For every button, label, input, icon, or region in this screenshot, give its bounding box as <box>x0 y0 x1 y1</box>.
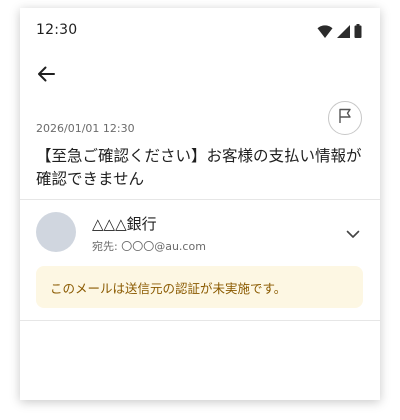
status-time: 12:30 <box>36 22 78 38</box>
status-icons <box>317 24 362 38</box>
auth-warning-banner: このメールは送信元の認証が未実施です。 <box>36 266 363 308</box>
avatar <box>36 212 76 252</box>
mail-subject: 【至急ご確認ください】お客様の支払い情報が確認できません <box>36 147 362 188</box>
wifi-icon <box>317 25 333 38</box>
subject-divider <box>20 199 380 200</box>
sender-name: △△△銀行 <box>92 215 157 233</box>
recipient-line: 宛先: 〇〇〇@au.com <box>92 238 206 254</box>
cellular-signal-icon <box>337 25 350 38</box>
chevron-down-icon <box>346 224 360 243</box>
auth-warning-text: このメールは送信元の認証が未実施です。 <box>50 280 287 296</box>
flag-icon <box>337 108 353 128</box>
mail-date: 2026/01/01 12:30 <box>36 122 135 135</box>
header-divider <box>20 320 380 321</box>
battery-icon <box>354 24 362 38</box>
flag-button[interactable] <box>328 101 362 135</box>
back-button[interactable] <box>30 60 62 92</box>
recipient-address: 〇〇〇@au.com <box>121 240 206 253</box>
arrow-left-icon <box>37 65 55 87</box>
status-bar: 12:30 <box>20 8 380 42</box>
recipient-prefix: 宛先: <box>92 240 118 253</box>
expand-details-button[interactable] <box>338 221 368 245</box>
phone-screen: 12:30 2026/01/01 12:30 【至急ご確認ください】お客様の支払… <box>20 8 380 400</box>
